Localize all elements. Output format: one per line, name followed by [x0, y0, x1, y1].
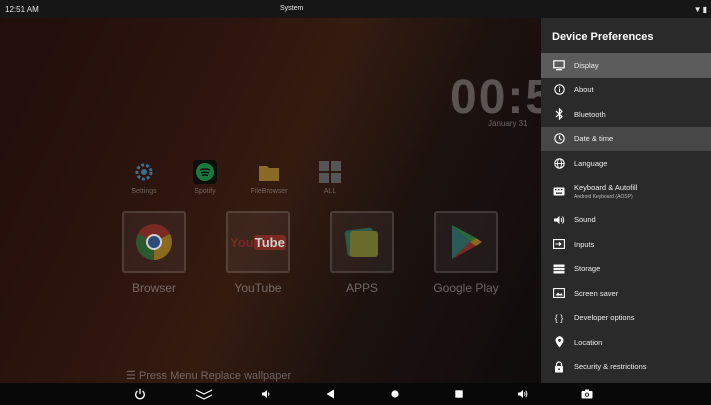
app-label: FileBrowser [250, 188, 288, 195]
folder-icon [257, 160, 281, 184]
wifi-icon: ▼ [693, 5, 703, 14]
display-icon [551, 59, 567, 71]
menu-item-label: Developer options [574, 313, 635, 323]
menu-item-label: Language [574, 158, 608, 168]
menu-item-display[interactable]: Display [541, 53, 711, 78]
panel-title: Device Preferences [552, 31, 654, 43]
braces-icon: { } [554, 312, 564, 323]
screensaver-icon [551, 288, 567, 299]
preferences-menu: Display About Bluetooth Date & time Lang… [541, 53, 711, 379]
menu-item-screen-saver[interactable]: Screen saver [541, 281, 711, 306]
recents-icon[interactable] [450, 386, 468, 402]
app-label: APPS [345, 281, 378, 295]
menu-item-inputs[interactable]: Inputs [541, 232, 711, 257]
menu-item-label: Keyboard & Autofill [574, 183, 638, 192]
app-settings[interactable]: Settings [116, 160, 172, 195]
menu-item-label: Display [574, 60, 599, 70]
grid-icon [318, 160, 342, 184]
clock-icon [551, 133, 567, 144]
play-store-icon [434, 211, 498, 273]
chrome-icon [122, 211, 186, 273]
menu-item-sound[interactable]: Sound [541, 208, 711, 233]
settings-icon [132, 160, 156, 184]
app-all[interactable]: ALL [302, 160, 358, 195]
launcher-background: 00:5 January 31 Settings Spotify FileBro… [0, 18, 541, 383]
input-icon [551, 239, 567, 250]
menu-item-label: Storage [574, 264, 601, 274]
app-youtube[interactable]: You Tube YouTube [222, 211, 294, 295]
app-label: ALL [323, 188, 337, 195]
menu-icon: ☰ [126, 370, 139, 382]
volume-up-icon[interactable] [514, 386, 532, 402]
app-label: YouTube [234, 281, 282, 295]
youtube-logo-text-b: Tube [253, 234, 286, 250]
menu-item-security[interactable]: Security & restrictions [541, 355, 711, 380]
menu-item-label: Screen saver [574, 288, 619, 298]
status-icons: ▼▮ [694, 5, 708, 14]
back-icon[interactable] [321, 386, 339, 402]
chevron-down-icon[interactable] [193, 386, 215, 402]
wallpaper-hint-text: Press Menu Replace wallpaper [138, 370, 292, 382]
storage-icon [551, 264, 567, 274]
menu-item-about[interactable]: About [541, 78, 711, 103]
speaker-icon [551, 215, 567, 225]
info-icon [551, 84, 567, 95]
volume-down-icon[interactable] [257, 386, 275, 402]
menu-item-label: Location [574, 337, 603, 347]
menu-item-label: Sound [574, 215, 596, 225]
location-icon [551, 336, 567, 348]
keyboard-icon [551, 187, 567, 196]
spotify-icon [193, 160, 217, 184]
app-label: Spotify [194, 188, 216, 195]
app-browser[interactable]: Browser [118, 211, 190, 295]
menu-item-label: Inputs [574, 239, 595, 249]
apps-icon [330, 211, 394, 273]
menu-item-label: Security & restrictions [574, 362, 647, 372]
app-label: Settings [131, 188, 157, 195]
battery-icon: ▮ [702, 5, 708, 14]
app-label: Browser [131, 281, 176, 295]
menu-item-language[interactable]: Language [541, 151, 711, 176]
navigation-bar [0, 383, 711, 405]
launcher-date: January 31 [488, 119, 528, 128]
youtube-logo-text-a: You [230, 234, 254, 250]
home-icon[interactable] [386, 386, 404, 402]
window-title: System [280, 5, 304, 12]
youtube-icon: You Tube [226, 211, 290, 273]
menu-item-storage[interactable]: Storage [541, 257, 711, 282]
menu-item-location[interactable]: Location [541, 330, 711, 355]
menu-item-label: Bluetooth [574, 109, 606, 119]
status-time: 12:51 AM [5, 5, 39, 14]
menu-item-keyboard-autofill[interactable]: Keyboard & Autofill Android Keyboard (AO… [541, 176, 711, 208]
lock-icon [551, 361, 567, 373]
app-apps[interactable]: APPS [326, 211, 398, 295]
globe-icon [551, 158, 567, 169]
menu-item-label: Date & time [574, 134, 614, 144]
bluetooth-icon [551, 108, 567, 121]
power-icon[interactable] [131, 386, 149, 402]
menu-item-bluetooth[interactable]: Bluetooth [541, 102, 711, 127]
app-spotify[interactable]: Spotify [177, 160, 233, 195]
menu-item-label: About [574, 85, 594, 95]
screenshot-icon[interactable] [578, 386, 596, 402]
launcher-clock: 00:5 [450, 71, 541, 124]
menu-item-developer-options[interactable]: { } Developer options [541, 306, 711, 331]
menu-item-date-time[interactable]: Date & time [541, 126, 711, 151]
device-preferences-panel: Device Preferences Display About Bluetoo… [541, 18, 711, 383]
menu-item-sublabel: Android Keyboard (AOSP) [574, 194, 633, 200]
app-google-play[interactable]: Google Play [430, 211, 502, 295]
app-label: Google Play [433, 281, 499, 295]
wallpaper-hint: ☰ Press Menu Replace wallpaper [126, 369, 291, 382]
status-bar: 12:51 AM System ▼▮ [0, 0, 711, 18]
app-filebrowser[interactable]: FileBrowser [241, 160, 297, 195]
